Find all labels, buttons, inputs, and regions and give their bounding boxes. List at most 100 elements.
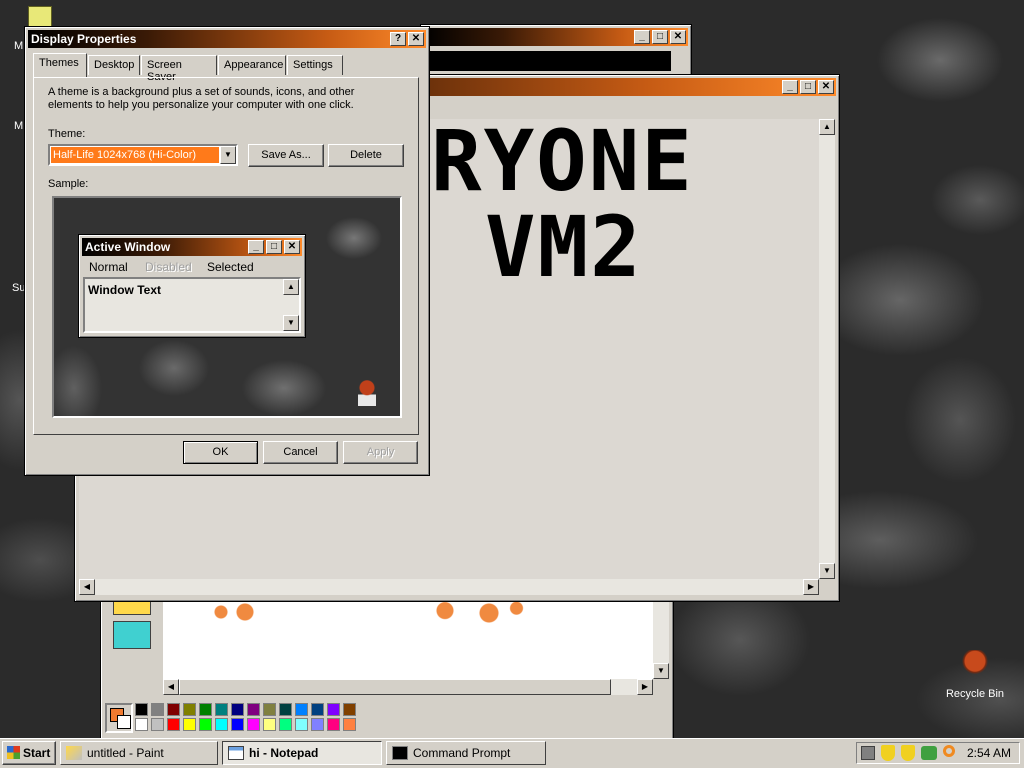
- preview-menu-selected: Selected: [207, 260, 254, 274]
- scroll-down-arrow-icon: ▼: [283, 315, 299, 331]
- paint-vertical-scrollbar[interactable]: ▼: [653, 601, 669, 679]
- palette-color-swatch[interactable]: [263, 718, 276, 731]
- background-color: [117, 715, 131, 729]
- maximize-button[interactable]: □: [800, 80, 816, 94]
- palette-color-swatch[interactable]: [311, 718, 324, 731]
- preview-menu-disabled: Disabled: [145, 260, 192, 274]
- tab-themes[interactable]: Themes: [33, 53, 87, 77]
- display-properties-dialog[interactable]: Display Properties ? ✕ Themes Desktop Sc…: [24, 26, 430, 476]
- preview-window-text: Window Text: [88, 283, 161, 297]
- palette-color-swatch[interactable]: [199, 703, 212, 716]
- taskbar: Start untitled - Paint hi - Notepad Comm…: [0, 738, 1024, 768]
- ok-button[interactable]: OK: [183, 441, 258, 464]
- paint-canvas[interactable]: [163, 601, 655, 679]
- taskbar-item-label: Command Prompt: [413, 746, 511, 760]
- tab-appearance[interactable]: Appearance: [218, 55, 286, 75]
- palette-color-swatch[interactable]: [279, 718, 292, 731]
- taskbar-item-label: untitled - Paint: [87, 746, 164, 760]
- keyboard-icon[interactable]: [861, 746, 875, 760]
- scroll-down-arrow-icon[interactable]: ▼: [653, 663, 669, 679]
- tab-settings[interactable]: Settings: [287, 55, 343, 75]
- cancel-button[interactable]: Cancel: [263, 441, 338, 464]
- start-label: Start: [23, 746, 51, 760]
- preview-titlebar: Active Window _ □ ✕: [82, 238, 302, 256]
- palette-color-swatch[interactable]: [295, 703, 308, 716]
- preview-window-body: Window Text ▲ ▼: [83, 277, 301, 333]
- themes-panel: A theme is a background plus a set of so…: [33, 77, 419, 435]
- palette-color-swatch[interactable]: [231, 703, 244, 716]
- palette-color-swatch[interactable]: [343, 718, 356, 731]
- palette-color-swatch[interactable]: [135, 718, 148, 731]
- security-shield-icon[interactable]: [881, 745, 895, 761]
- taskbar-item-paint[interactable]: untitled - Paint: [60, 741, 218, 765]
- palette-color-swatch[interactable]: [215, 718, 228, 731]
- tab-desktop[interactable]: Desktop: [88, 55, 140, 75]
- palette-color-swatch[interactable]: [295, 718, 308, 731]
- palette-color-swatch[interactable]: [151, 703, 164, 716]
- palette-color-swatch[interactable]: [231, 718, 244, 731]
- close-button[interactable]: ✕: [408, 32, 424, 46]
- scroll-left-arrow-icon[interactable]: ◀: [79, 579, 95, 595]
- palette-color-swatch[interactable]: [343, 703, 356, 716]
- clock[interactable]: 2:54 AM: [967, 746, 1011, 760]
- recycle-bin-icon[interactable]: [962, 650, 988, 678]
- palette-color-swatch[interactable]: [263, 703, 276, 716]
- scroll-up-arrow-icon: ▲: [283, 279, 299, 295]
- palette-color-swatch[interactable]: [167, 703, 180, 716]
- palette-color-swatch[interactable]: [183, 703, 196, 716]
- palette-color-swatch[interactable]: [327, 718, 340, 731]
- notepad-horizontal-scrollbar[interactable]: ◀ ▶: [79, 579, 819, 595]
- close-button[interactable]: ✕: [818, 80, 834, 94]
- palette-color-swatch[interactable]: [279, 703, 292, 716]
- size-grip-icon[interactable]: [819, 579, 835, 595]
- palette-color-swatch[interactable]: [215, 703, 228, 716]
- security-shield-icon[interactable]: [901, 745, 915, 761]
- tab-screen-saver[interactable]: Screen Saver: [141, 55, 217, 83]
- taskbar-item-command-prompt[interactable]: Command Prompt: [386, 741, 546, 765]
- scroll-left-arrow-icon[interactable]: ◀: [163, 679, 179, 695]
- network-icon[interactable]: [921, 746, 937, 760]
- paint-horizontal-scrollbar[interactable]: ◀ ▶: [163, 679, 653, 695]
- apply-button[interactable]: Apply: [343, 441, 418, 464]
- chevron-down-icon[interactable]: ▼: [220, 146, 236, 164]
- color-palette[interactable]: [135, 703, 365, 733]
- palette-color-swatch[interactable]: [199, 718, 212, 731]
- save-as-button[interactable]: Save As...: [248, 144, 324, 167]
- scroll-right-arrow-icon[interactable]: ▶: [803, 579, 819, 595]
- background-window[interactable]: _ □ ✕: [420, 24, 692, 78]
- start-button[interactable]: Start: [2, 741, 56, 765]
- scroll-thumb[interactable]: [179, 679, 611, 695]
- close-button[interactable]: ✕: [670, 30, 686, 44]
- palette-color-swatch[interactable]: [311, 703, 324, 716]
- palette-color-swatch[interactable]: [183, 718, 196, 731]
- theme-select-value: Half-Life 1024x768 (Hi-Color): [51, 147, 219, 163]
- scroll-right-arrow-icon[interactable]: ▶: [637, 679, 653, 695]
- desktop-label-fragment: M: [14, 40, 24, 52]
- dialog-titlebar[interactable]: Display Properties ? ✕: [28, 30, 426, 48]
- palette-color-swatch[interactable]: [327, 703, 340, 716]
- palette-color-swatch[interactable]: [247, 703, 260, 716]
- close-icon: ✕: [284, 240, 300, 254]
- minimize-button[interactable]: _: [634, 30, 650, 44]
- delete-button[interactable]: Delete: [328, 144, 404, 167]
- background-window-titlebar[interactable]: _ □ ✕: [424, 28, 688, 46]
- paint-bucket-tool-icon[interactable]: [113, 621, 151, 649]
- scroll-down-arrow-icon[interactable]: ▼: [819, 563, 835, 579]
- taskbar-item-notepad[interactable]: hi - Notepad: [222, 741, 382, 765]
- maximize-button[interactable]: □: [652, 30, 668, 44]
- theme-select[interactable]: Half-Life 1024x768 (Hi-Color) ▼: [48, 144, 238, 166]
- sample-label: Sample:: [48, 178, 89, 190]
- palette-color-swatch[interactable]: [167, 718, 180, 731]
- minimize-icon: _: [248, 240, 264, 254]
- tab-strip: Themes Desktop Screen Saver Appearance S…: [33, 53, 419, 83]
- search-icon[interactable]: [943, 745, 955, 757]
- palette-color-swatch[interactable]: [247, 718, 260, 731]
- palette-color-swatch[interactable]: [135, 703, 148, 716]
- scroll-up-arrow-icon[interactable]: ▲: [819, 119, 835, 135]
- notepad-vertical-scrollbar[interactable]: ▲ ▼: [819, 119, 835, 579]
- current-colors-box[interactable]: [105, 703, 133, 733]
- minimize-button[interactable]: _: [782, 80, 798, 94]
- palette-color-swatch[interactable]: [151, 718, 164, 731]
- help-button[interactable]: ?: [390, 32, 406, 46]
- recycle-bin-label[interactable]: Recycle Bin: [940, 688, 1010, 700]
